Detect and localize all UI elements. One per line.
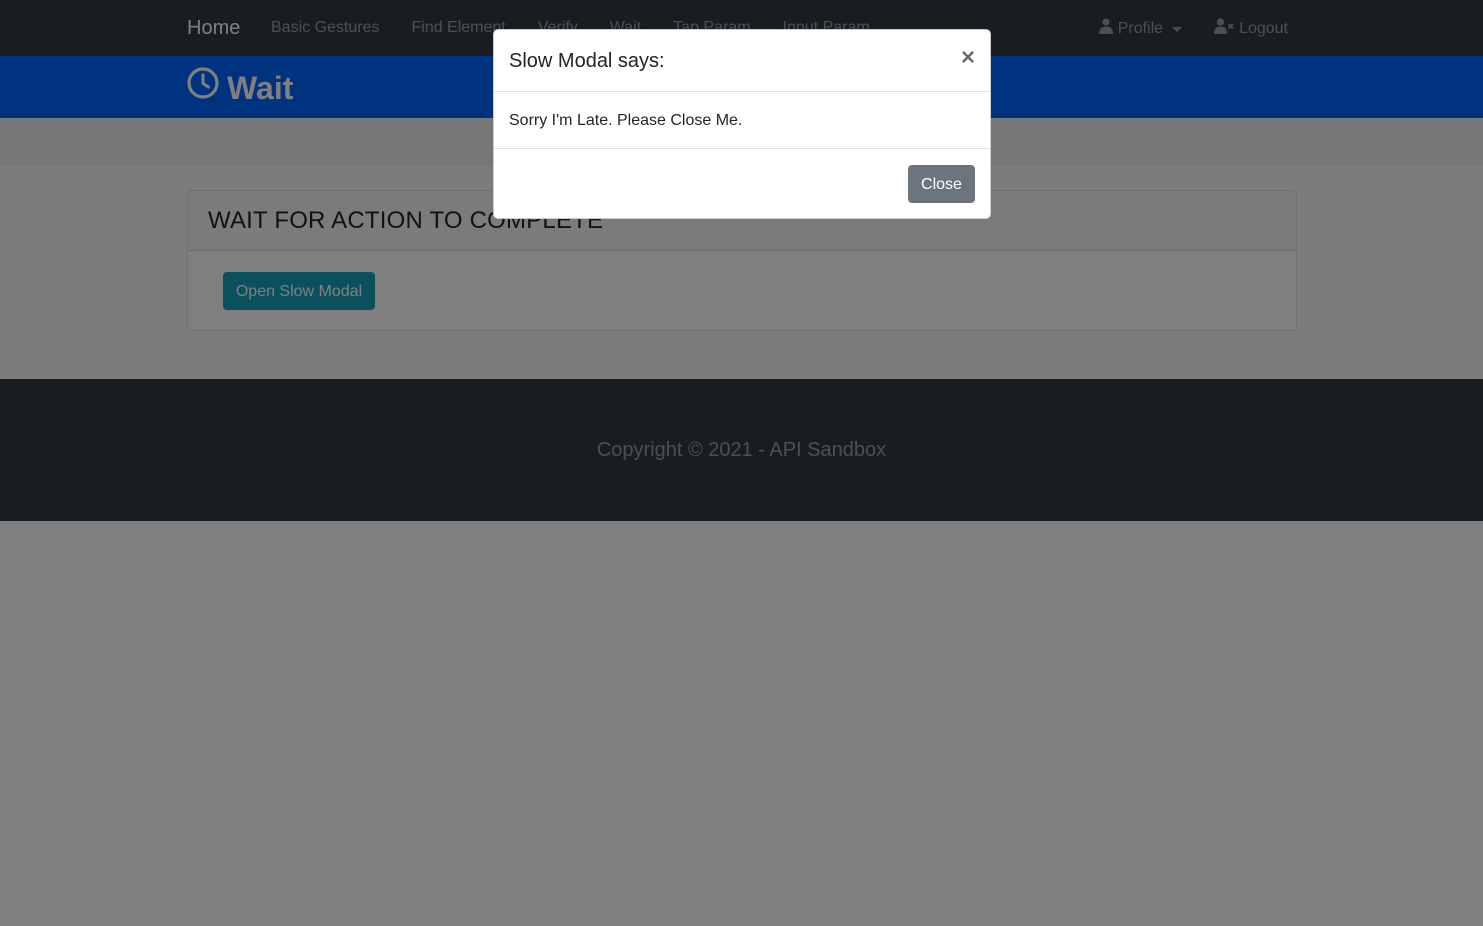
close-button[interactable]: Close	[908, 165, 975, 203]
modal-title: Slow Modal says:	[509, 50, 665, 72]
page: Home Basic Gestures Find Element Verify …	[0, 0, 1483, 926]
slow-modal: Slow Modal says: × Sorry I'm Late. Pleas…	[493, 29, 991, 219]
modal-header: Slow Modal says: ×	[494, 30, 990, 92]
modal-footer: Close	[494, 149, 990, 218]
modal-message: Sorry I'm Late. Please Close Me.	[509, 112, 743, 129]
modal-body: Sorry I'm Late. Please Close Me.	[494, 92, 990, 149]
close-icon[interactable]: ×	[961, 46, 975, 70]
